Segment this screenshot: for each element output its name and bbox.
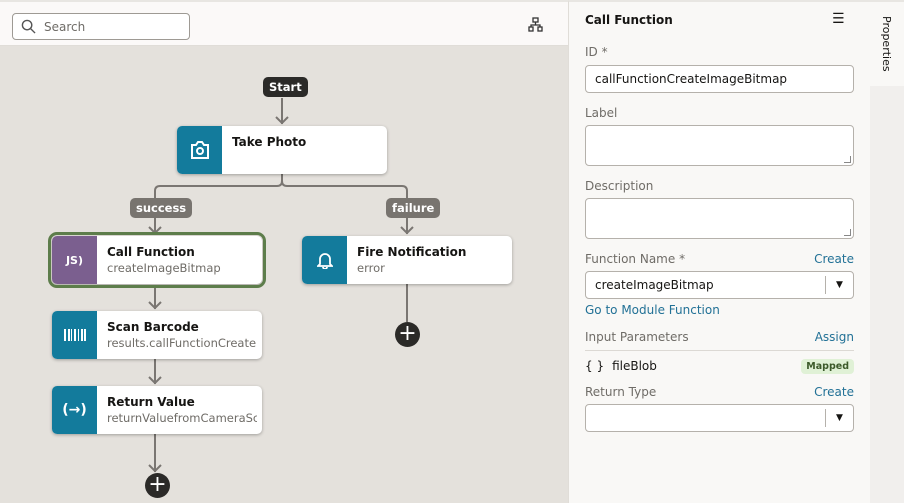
return-icon: (→) (52, 386, 97, 434)
node-subtitle: error (357, 261, 385, 275)
tab-label: Properties (880, 16, 893, 72)
add-node-button[interactable]: + (395, 322, 420, 347)
id-value: callFunctionCreateImageBitmap (595, 72, 788, 86)
node-fire-notification[interactable]: Fire Notification error (302, 236, 512, 284)
panel-title: Call Function (585, 13, 673, 27)
description-textarea[interactable] (585, 198, 854, 239)
node-subtitle: returnValuefromCameraSc (107, 411, 257, 425)
failure-branch-label: failure (386, 198, 441, 218)
label-textarea[interactable] (585, 125, 854, 166)
return-type-label: Return Type (585, 385, 657, 399)
create-return-type-link[interactable]: Create (814, 385, 854, 399)
node-call-function[interactable]: JS) Call Function createImageBitmap (48, 232, 266, 288)
function-name-label: Function Name (585, 252, 676, 266)
mapped-badge: Mapped (801, 358, 854, 374)
required-marker: * (679, 252, 686, 266)
id-input[interactable]: callFunctionCreateImageBitmap (585, 65, 854, 93)
success-branch-label: success (130, 198, 193, 218)
node-title: Fire Notification (357, 245, 467, 259)
function-name-value: createImageBitmap (595, 278, 714, 292)
start-badge: Start (263, 77, 308, 97)
required-marker: * (601, 45, 608, 59)
assign-link[interactable]: Assign (815, 330, 854, 344)
param-name: fileBlob (612, 359, 657, 373)
node-subtitle: createImageBitmap (107, 261, 221, 275)
chevron-down-icon[interactable]: ▼ (825, 409, 853, 427)
camera-icon (177, 126, 222, 174)
label-label: Label (585, 106, 618, 120)
param-row[interactable]: { } fileBlob Mapped (585, 357, 854, 375)
bell-icon (302, 236, 347, 284)
return-type-select[interactable]: ▼ (585, 404, 854, 432)
barcode-icon (52, 311, 97, 359)
node-title: Take Photo (232, 135, 307, 149)
node-return-value[interactable]: (→) Return Value returnValuefromCameraSc (52, 386, 262, 434)
divider (585, 350, 854, 351)
node-subtitle: results.callFunctionCreateI (107, 336, 257, 350)
node-take-photo[interactable]: Take Photo (177, 126, 387, 174)
add-node-button[interactable]: + (145, 473, 170, 498)
menu-icon[interactable]: ☰ (832, 11, 845, 27)
node-scan-barcode[interactable]: Scan Barcode results.callFunctionCreateI (52, 311, 262, 359)
node-title: Return Value (107, 395, 195, 409)
id-label: ID (585, 45, 598, 59)
tab-properties[interactable]: Properties (870, 2, 904, 86)
js-icon: JS) (52, 236, 97, 284)
create-function-link[interactable]: Create (814, 252, 854, 266)
function-name-select[interactable]: createImageBitmap ▼ (585, 271, 854, 299)
chevron-down-icon[interactable]: ▼ (825, 276, 853, 294)
properties-panel: Call Function ☰ ID * callFunctionCreateI… (568, 0, 870, 503)
input-parameters-label: Input Parameters (585, 330, 689, 344)
side-tabs: Properties (870, 0, 904, 503)
go-to-module-function-link[interactable]: Go to Module Function (585, 303, 720, 317)
description-label: Description (585, 179, 654, 193)
node-title: Scan Barcode (107, 320, 199, 334)
node-title: Call Function (107, 245, 195, 259)
object-brace-icon: { } (585, 359, 605, 373)
